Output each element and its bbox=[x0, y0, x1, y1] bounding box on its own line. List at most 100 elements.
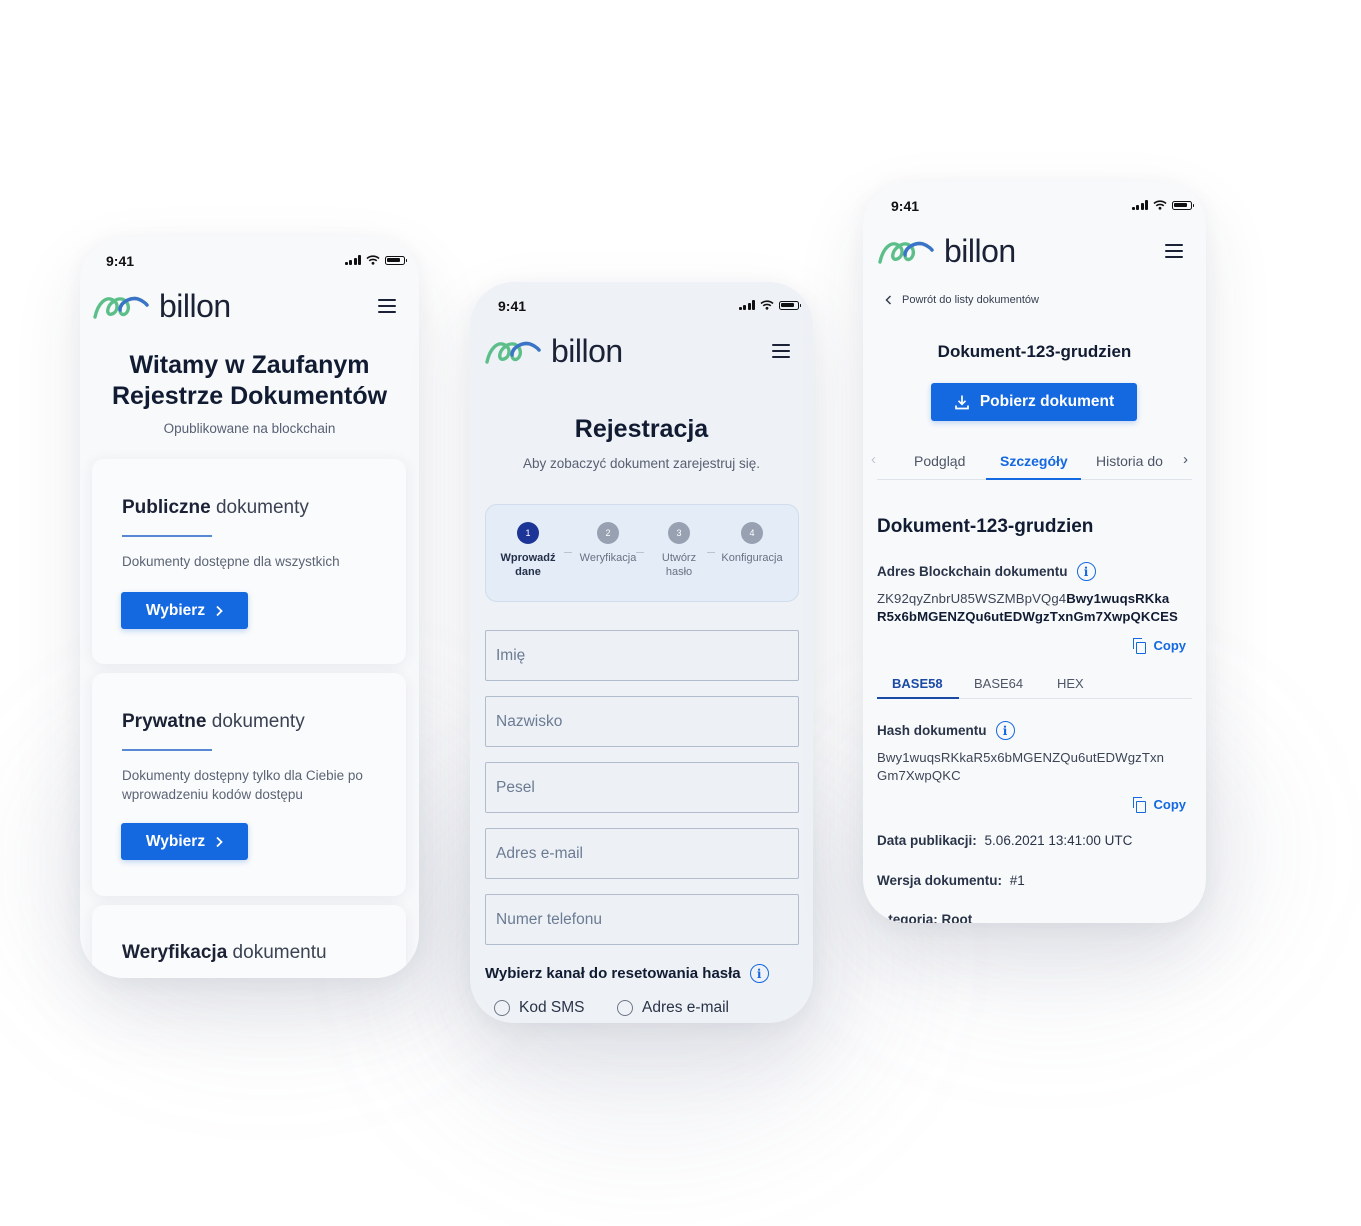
step-number: 4 bbox=[741, 522, 763, 544]
tab-base64[interactable]: BASE64 bbox=[974, 676, 1023, 691]
wifi-icon bbox=[760, 300, 774, 310]
encoding-tabs: BASE58 BASE64 HEX bbox=[877, 669, 1192, 699]
copy-icon bbox=[1132, 797, 1146, 813]
card-title: Publiczne dokumenty bbox=[122, 497, 309, 518]
phone-field[interactable]: Numer telefonu bbox=[485, 894, 799, 945]
reset-channel-title: Wybierz kanał do resetowania hasła i bbox=[485, 964, 769, 983]
brand-name: billon bbox=[944, 233, 1016, 269]
copy-address-button[interactable]: Copy bbox=[1132, 638, 1186, 654]
chevron-right-icon bbox=[216, 836, 223, 847]
radio-circle bbox=[617, 1000, 633, 1016]
tab-history[interactable]: Historia do bbox=[1096, 453, 1163, 469]
signal-icon bbox=[738, 300, 755, 310]
step-number: 2 bbox=[597, 522, 619, 544]
back-to-list-link[interactable]: Powrót do listy dokumentów bbox=[885, 294, 1039, 306]
menu-icon[interactable] bbox=[378, 299, 396, 313]
page-title: Rejestracja bbox=[574, 415, 709, 443]
pesel-field[interactable]: Pesel bbox=[485, 762, 799, 813]
signal-icon bbox=[344, 255, 361, 265]
step-3[interactable]: 3 Utwórz hasło bbox=[639, 522, 719, 579]
step-1[interactable]: 1 Wprowadź dane bbox=[488, 522, 568, 579]
brand-logo[interactable]: billon bbox=[877, 235, 1016, 267]
chevron-left-icon[interactable]: ‹ bbox=[871, 451, 876, 468]
billon-logo-icon bbox=[93, 296, 149, 319]
card-private-documents: Prywatne dokumenty Dokumenty dostępny ty… bbox=[92, 673, 406, 896]
card-public-documents: Publiczne dokumenty Dokumenty dostępne d… bbox=[92, 459, 406, 664]
button-label: Wybierz bbox=[145, 601, 206, 619]
card-description: Dokumenty dostępne dla wszystkich bbox=[122, 554, 340, 569]
step-number: 3 bbox=[668, 522, 690, 544]
info-icon[interactable]: i bbox=[1076, 562, 1096, 581]
radio-label: Kod SMS bbox=[519, 999, 585, 1016]
menu-icon[interactable] bbox=[1165, 244, 1183, 258]
status-time: 9:41 bbox=[498, 298, 527, 314]
step-number: 1 bbox=[517, 522, 539, 544]
radio-label: Adres e-mail bbox=[642, 999, 729, 1016]
status-time: 9:41 bbox=[106, 253, 135, 269]
battery-icon bbox=[779, 300, 801, 310]
signal-icon bbox=[1131, 200, 1148, 210]
status-bar: 9:41 bbox=[80, 237, 419, 277]
hash-value: Bwy1wuqsRKkaR5x6bMGENZQu6utEDWgzTxn Gm7X… bbox=[877, 750, 1165, 783]
menu-icon[interactable] bbox=[772, 344, 790, 358]
document-category: ...tegoria: Root bbox=[877, 912, 973, 923]
billon-logo-icon bbox=[485, 341, 541, 364]
wifi-icon bbox=[366, 255, 380, 265]
tab-preview[interactable]: Podgląd bbox=[914, 453, 965, 469]
document-version: Wersja dokumentu: #1 bbox=[877, 873, 1025, 888]
active-tab-indicator bbox=[986, 478, 1081, 480]
reset-channel-label: Wybierz kanał do resetowania hasła bbox=[485, 965, 741, 982]
publication-date: Data publikacji: 5.06.2021 13:41:00 UTC bbox=[877, 833, 1133, 848]
email-field[interactable]: Adres e-mail bbox=[485, 828, 799, 879]
step-label: Utwórz hasło bbox=[661, 552, 697, 578]
wifi-icon bbox=[1153, 200, 1167, 210]
brand-name: billon bbox=[551, 333, 623, 369]
page-subtitle: Opublikowane na blockchain bbox=[163, 421, 336, 436]
document-header-title: Dokument-123-grudzien bbox=[937, 342, 1132, 361]
step-label: Konfiguracja bbox=[721, 552, 783, 564]
status-time: 9:41 bbox=[891, 198, 920, 214]
download-icon bbox=[954, 395, 969, 410]
step-2[interactable]: 2 Weryfikacja bbox=[568, 522, 648, 566]
first-name-field[interactable]: Imię bbox=[485, 630, 799, 681]
phone-home: 9:41 billon Witamy w Zaufanym Rejestrze … bbox=[80, 237, 419, 978]
status-bar: 9:41 bbox=[863, 182, 1206, 222]
card-title: Prywatne dokumenty bbox=[122, 711, 305, 732]
card-accent-line bbox=[122, 749, 212, 751]
back-link-label: Powrót do listy dokumentów bbox=[902, 294, 1039, 306]
last-name-field[interactable]: Nazwisko bbox=[485, 696, 799, 747]
page-title: Witamy w Zaufanym Rejestrze Dokumentów bbox=[80, 350, 419, 412]
document-tabs: ‹ Podgląd Szczegóły Historia do › bbox=[871, 448, 1192, 480]
info-icon[interactable]: i bbox=[995, 721, 1015, 740]
tab-hex[interactable]: HEX bbox=[1057, 676, 1084, 691]
phone-document: 9:41 billon Powrót do listy dokumentów D… bbox=[863, 182, 1206, 923]
brand-logo[interactable]: billon bbox=[484, 335, 623, 367]
step-label: Weryfikacja bbox=[579, 552, 637, 564]
chevron-right-icon[interactable]: › bbox=[1183, 451, 1188, 468]
copy-hash-button[interactable]: Copy bbox=[1132, 797, 1186, 813]
radio-email[interactable]: Adres e-mail bbox=[617, 999, 729, 1017]
card-accent-line bbox=[122, 535, 212, 537]
page-subtitle: Aby zobaczyć dokument zarejestruj się. bbox=[522, 456, 761, 471]
battery-icon bbox=[1172, 200, 1194, 210]
brand-name: billon bbox=[159, 288, 231, 324]
blockchain-address-value: ZK92qyZnbrU85WSZMBpVQg4Bwy1wuqsRKka R5x6… bbox=[877, 591, 1178, 624]
radio-circle bbox=[494, 1000, 510, 1016]
button-label: Pobierz dokument bbox=[979, 393, 1115, 410]
brand-logo[interactable]: billon bbox=[92, 290, 231, 322]
blockchain-address-label: Adres Blockchain dokumentu i bbox=[877, 562, 1096, 581]
select-private-button[interactable]: Wybierz bbox=[121, 823, 248, 860]
step-4[interactable]: 4 Konfiguracja bbox=[712, 522, 792, 566]
card-document-verification[interactable]: Weryfikacja dokumentu bbox=[92, 905, 406, 978]
info-icon[interactable]: i bbox=[749, 964, 769, 983]
billon-logo-icon bbox=[878, 241, 934, 264]
tab-details[interactable]: Szczegóły bbox=[1000, 453, 1068, 469]
radio-sms[interactable]: Kod SMS bbox=[494, 999, 584, 1017]
chevron-left-icon bbox=[885, 295, 892, 305]
button-label: Wybierz bbox=[145, 832, 206, 850]
title-line-2: Rejestrze Dokumentów bbox=[111, 382, 388, 410]
download-document-button[interactable]: Pobierz dokument bbox=[931, 383, 1137, 421]
select-public-button[interactable]: Wybierz bbox=[121, 592, 248, 629]
tab-base58[interactable]: BASE58 bbox=[892, 676, 943, 691]
registration-stepper: 1 Wprowadź dane 2 Weryfikacja 3 Utwórz has… bbox=[485, 504, 799, 602]
